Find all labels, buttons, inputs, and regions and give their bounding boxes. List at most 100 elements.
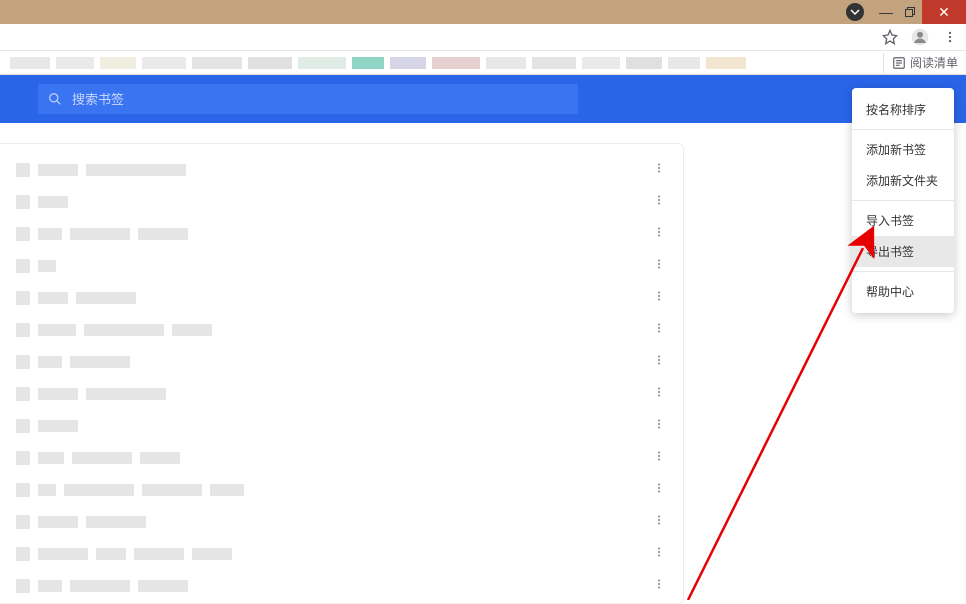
kebab-menu-icon[interactable] <box>651 449 667 467</box>
text-placeholder <box>64 484 134 496</box>
text-placeholder <box>70 356 130 368</box>
kebab-menu-icon[interactable] <box>940 27 960 47</box>
kebab-menu-icon[interactable] <box>651 321 667 339</box>
menu-export[interactable]: 导出书签 <box>852 236 954 267</box>
search-box[interactable] <box>38 84 578 114</box>
maximize-button[interactable] <box>898 0 922 24</box>
minimize-button[interactable]: — <box>874 0 898 24</box>
text-placeholder <box>38 324 76 336</box>
bookmarks-bar-item[interactable] <box>352 57 384 69</box>
favicon-placeholder <box>16 195 30 209</box>
list-item[interactable] <box>0 314 683 346</box>
list-item[interactable] <box>0 186 683 218</box>
bookmarks-bar-item[interactable] <box>142 57 186 69</box>
text-placeholder <box>76 292 136 304</box>
kebab-menu-icon[interactable] <box>651 161 667 179</box>
text-placeholder <box>84 324 164 336</box>
text-placeholder <box>210 484 244 496</box>
bookmarks-bar-item[interactable] <box>706 57 746 69</box>
avatar-icon[interactable] <box>910 27 930 47</box>
list-item[interactable] <box>0 506 683 538</box>
list-item[interactable] <box>0 410 683 442</box>
bookmarks-bar-item[interactable] <box>486 57 526 69</box>
kebab-menu-icon[interactable] <box>651 545 667 563</box>
bookmark-list-panel <box>0 143 684 604</box>
favicon-placeholder <box>16 355 30 369</box>
text-placeholder <box>86 516 146 528</box>
text-placeholder <box>134 548 184 560</box>
maximize-icon <box>905 7 915 17</box>
text-placeholder <box>38 548 88 560</box>
bookmark-manager-header <box>0 75 966 123</box>
menu-sort-by-name[interactable]: 按名称排序 <box>852 94 954 125</box>
menu-add-folder[interactable]: 添加新文件夹 <box>852 165 954 196</box>
bookmarks-bar-items <box>0 57 883 69</box>
text-placeholder <box>38 228 62 240</box>
list-item[interactable] <box>0 218 683 250</box>
bookmarks-bar-item[interactable] <box>100 57 136 69</box>
content-area <box>0 123 966 604</box>
menu-separator <box>852 200 954 201</box>
text-placeholder <box>38 260 56 272</box>
list-item[interactable] <box>0 570 683 602</box>
reading-list-icon <box>892 56 906 70</box>
favicon-placeholder <box>16 227 30 241</box>
text-placeholder <box>38 292 68 304</box>
favicon-placeholder <box>16 515 30 529</box>
reading-list-button[interactable]: 阅读清单 <box>883 53 966 73</box>
bookmarks-bar-item[interactable] <box>192 57 242 69</box>
bookmarks-bar-item[interactable] <box>56 57 94 69</box>
text-placeholder <box>70 580 130 592</box>
text-placeholder <box>38 196 68 208</box>
kebab-menu-icon[interactable] <box>651 225 667 243</box>
kebab-menu-icon[interactable] <box>651 481 667 499</box>
text-placeholder <box>192 548 232 560</box>
bookmarks-bar-item[interactable] <box>668 57 700 69</box>
text-placeholder <box>140 452 180 464</box>
favicon-placeholder <box>16 483 30 497</box>
list-item[interactable] <box>0 474 683 506</box>
kebab-menu-icon[interactable] <box>651 353 667 371</box>
text-placeholder <box>96 548 126 560</box>
kebab-menu-icon[interactable] <box>651 417 667 435</box>
menu-separator <box>852 271 954 272</box>
bookmarks-bar-item[interactable] <box>248 57 292 69</box>
star-icon[interactable] <box>880 27 900 47</box>
text-placeholder <box>72 452 132 464</box>
menu-help[interactable]: 帮助中心 <box>852 276 954 307</box>
bookmarks-bar-item[interactable] <box>532 57 576 69</box>
titlebar-dropdown[interactable] <box>846 0 874 24</box>
text-placeholder <box>38 356 62 368</box>
list-item[interactable] <box>0 282 683 314</box>
kebab-menu-icon[interactable] <box>651 257 667 275</box>
list-item[interactable] <box>0 442 683 474</box>
kebab-menu-icon[interactable] <box>651 289 667 307</box>
search-input[interactable] <box>72 92 568 107</box>
address-bar <box>0 24 966 51</box>
list-item[interactable] <box>0 154 683 186</box>
list-item[interactable] <box>0 378 683 410</box>
list-item[interactable] <box>0 538 683 570</box>
bookmarks-bar-item[interactable] <box>626 57 662 69</box>
kebab-menu-icon[interactable] <box>651 577 667 595</box>
favicon-placeholder <box>16 323 30 337</box>
bookmarks-bar: 阅读清单 <box>0 51 966 75</box>
text-placeholder <box>38 388 78 400</box>
bookmarks-bar-item[interactable] <box>582 57 620 69</box>
kebab-menu-icon[interactable] <box>651 193 667 211</box>
close-button[interactable]: ✕ <box>922 0 966 24</box>
bookmarks-bar-item[interactable] <box>298 57 346 69</box>
reading-list-label: 阅读清单 <box>910 54 958 71</box>
menu-add-bookmark[interactable]: 添加新书签 <box>852 134 954 165</box>
menu-import[interactable]: 导入书签 <box>852 205 954 236</box>
bookmarks-bar-item[interactable] <box>432 57 480 69</box>
kebab-menu-icon[interactable] <box>651 513 667 531</box>
list-item[interactable] <box>0 250 683 282</box>
bookmarks-bar-item[interactable] <box>390 57 426 69</box>
window-titlebar: — ✕ <box>0 0 966 24</box>
bookmarks-bar-item[interactable] <box>10 57 50 69</box>
kebab-menu-icon[interactable] <box>651 385 667 403</box>
favicon-placeholder <box>16 451 30 465</box>
favicon-placeholder <box>16 547 30 561</box>
list-item[interactable] <box>0 346 683 378</box>
